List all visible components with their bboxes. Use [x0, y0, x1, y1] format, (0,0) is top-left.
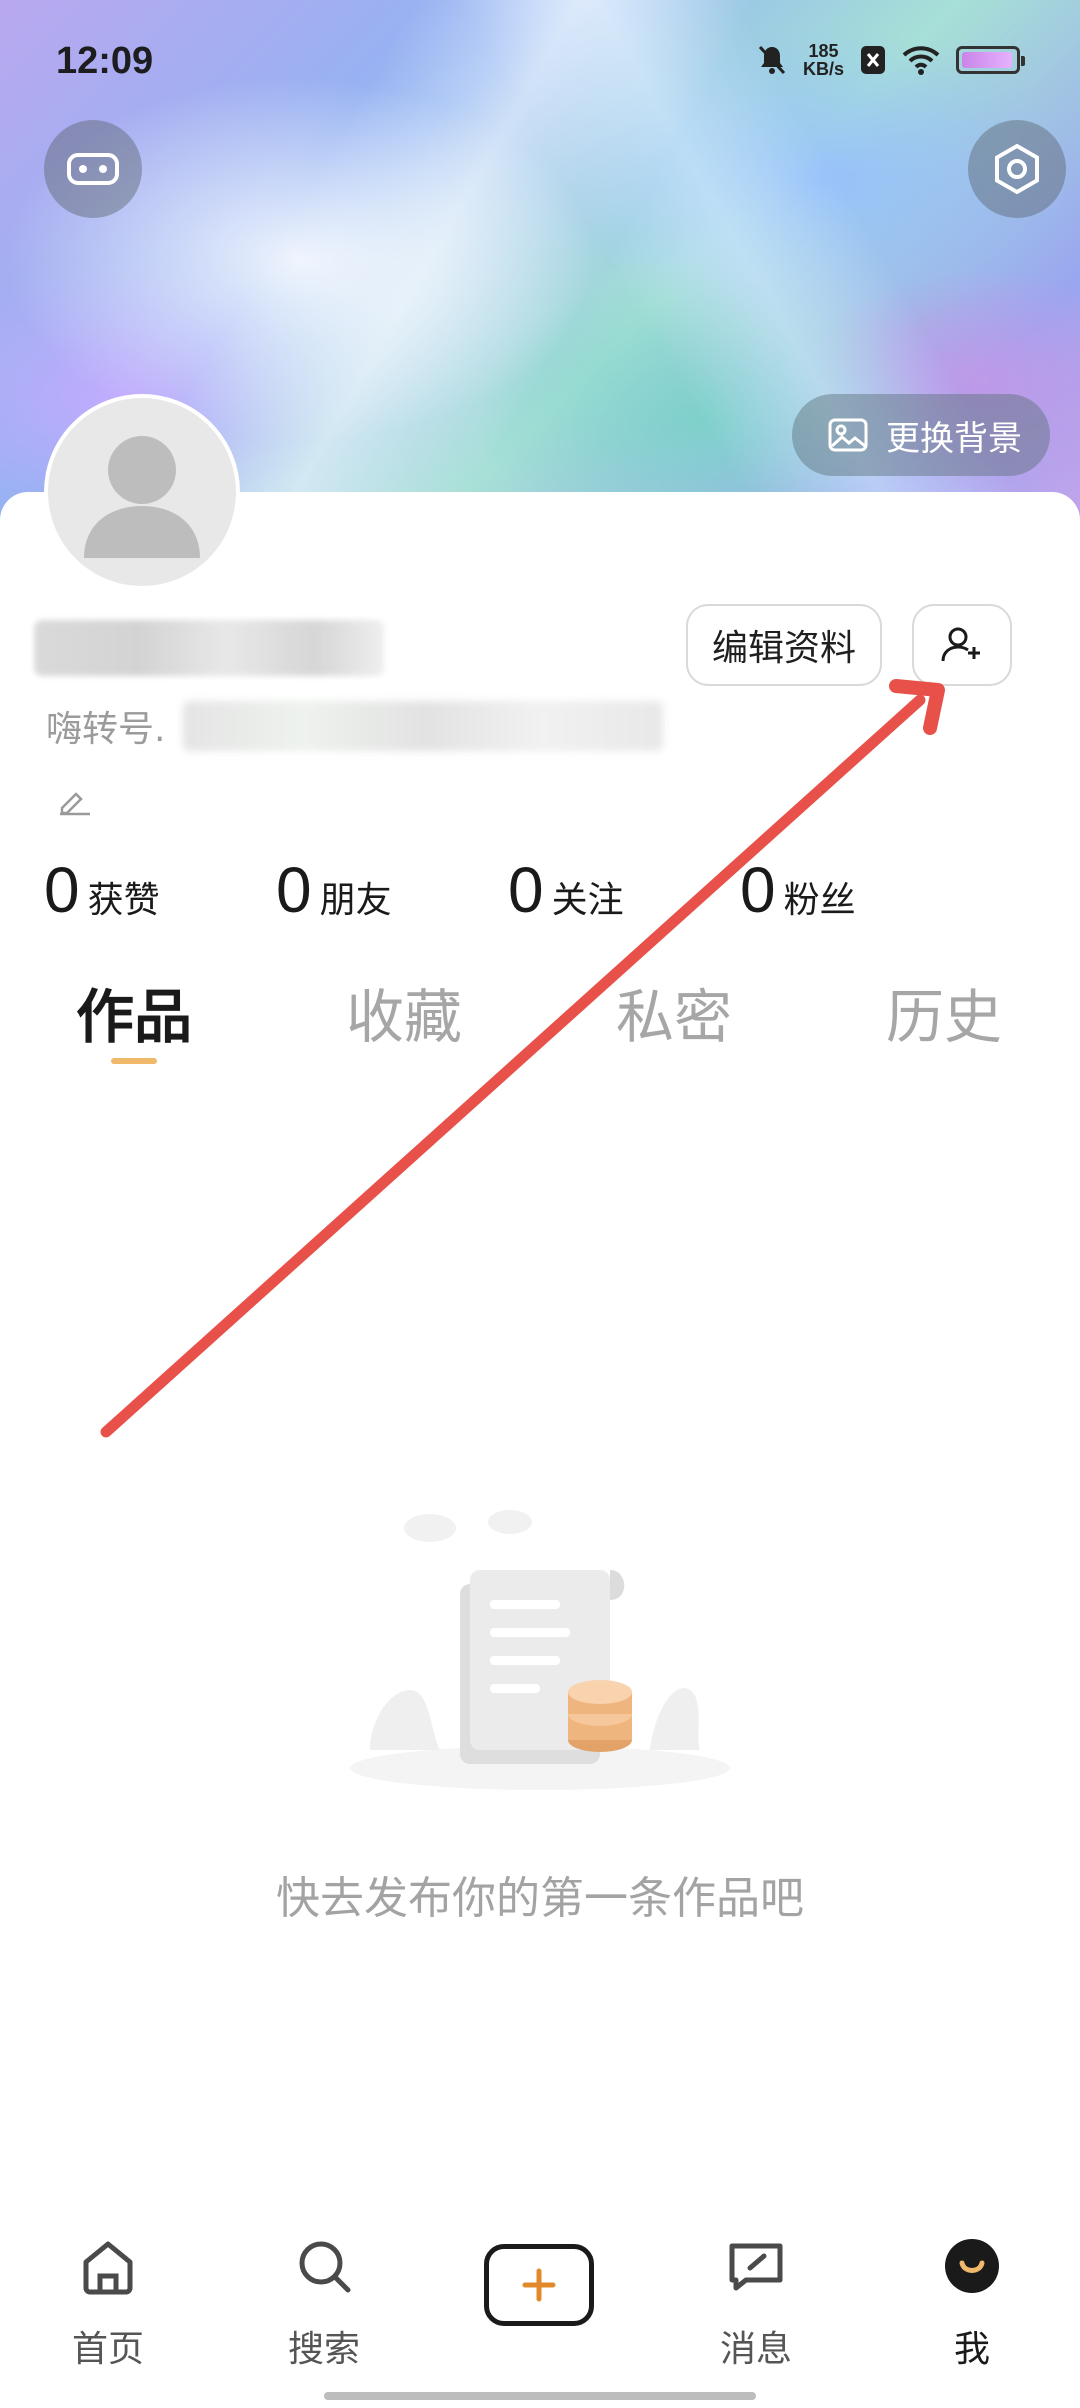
default-avatar-icon: [84, 436, 200, 558]
account-id-row: 嗨转号.: [46, 700, 664, 752]
home-indicator: [324, 2392, 756, 2400]
account-id-redacted: [183, 701, 664, 751]
settings-button[interactable]: [968, 120, 1066, 218]
bottom-navigation: 首页 搜索 消息 我: [0, 2200, 1080, 2408]
edit-profile-button[interactable]: 编辑资料: [686, 604, 882, 686]
status-icons: 185 KB/s: [757, 42, 1025, 78]
vr-glasses-icon: [67, 153, 119, 185]
plus-icon: [522, 2268, 556, 2302]
stat-friends-value: 0: [276, 854, 312, 926]
nav-me[interactable]: 我: [892, 2226, 1052, 2372]
avatar[interactable]: [44, 394, 240, 590]
nav-search[interactable]: 搜索: [244, 2226, 404, 2372]
edit-profile-label: 编辑资料: [711, 628, 856, 669]
active-tab-indicator: [111, 1058, 157, 1064]
stat-likes[interactable]: 0 获赞: [44, 858, 276, 923]
tab-favorites[interactable]: 收藏: [346, 970, 462, 1054]
change-background-button[interactable]: 更换背景: [792, 394, 1050, 476]
stat-following-label: 关注: [551, 880, 624, 921]
stat-following[interactable]: 0 关注: [508, 858, 740, 923]
mute-icon: [758, 45, 786, 75]
content-tabs: 作品 收藏 私密 历史: [0, 970, 1080, 1070]
nav-home[interactable]: 首页: [28, 2226, 188, 2372]
empty-works-illustration: [350, 1510, 730, 1790]
add-friend-icon: [941, 627, 980, 662]
tab-private[interactable]: 私密: [616, 970, 732, 1054]
network-speed-value: 185: [808, 41, 839, 61]
stat-friends-label: 朋友: [319, 880, 392, 921]
image-icon: [828, 418, 868, 452]
stat-followers-label: 粉丝: [783, 880, 856, 921]
search-icon: [299, 2241, 351, 2293]
account-id-prefix: 嗨转号.: [46, 709, 166, 750]
nav-home-label: 首页: [71, 2329, 144, 2370]
status-time: 12:09: [56, 40, 154, 82]
stat-likes-label: 获赞: [87, 880, 160, 921]
sim-icon: [861, 46, 885, 74]
nav-me-label: 我: [953, 2329, 990, 2370]
stat-friends[interactable]: 0 朋友: [276, 858, 508, 923]
profile-card: [0, 492, 1080, 2408]
battery-icon: [956, 46, 1025, 74]
publish-button[interactable]: [484, 2244, 594, 2326]
nav-messages[interactable]: 消息: [676, 2226, 836, 2372]
stat-likes-value: 0: [44, 854, 80, 926]
nav-search-label: 搜索: [287, 2329, 360, 2370]
settings-hexagon-icon: [995, 143, 1039, 195]
nav-messages-label: 消息: [719, 2329, 792, 2370]
pencil-icon: [60, 792, 90, 816]
stat-following-value: 0: [508, 854, 544, 926]
profile-stats: 0 获赞 0 朋友 0 关注 0 粉丝: [44, 858, 972, 923]
network-speed-unit: KB/s: [802, 59, 844, 79]
edit-bio-button[interactable]: [58, 788, 92, 820]
home-icon: [83, 2241, 133, 2295]
vr-mode-button[interactable]: [44, 120, 142, 218]
empty-state-message: 快去发布你的第一条作品吧: [276, 1873, 804, 1924]
network-speed: 185 KB/s: [803, 42, 844, 78]
add-friend-button[interactable]: [912, 604, 1012, 686]
status-bar: 12:09 185 KB/s: [0, 0, 1080, 120]
stat-followers-value: 0: [740, 854, 776, 926]
message-icon: [729, 2243, 783, 2291]
change-background-label: 更换背景: [886, 418, 1022, 459]
username-redacted: [34, 620, 384, 676]
stat-followers[interactable]: 0 粉丝: [740, 858, 972, 923]
tab-history[interactable]: 历史: [886, 970, 1002, 1054]
tab-works[interactable]: 作品: [76, 970, 192, 1054]
wifi-icon: [902, 46, 940, 75]
me-avatar-icon: [945, 2239, 999, 2293]
